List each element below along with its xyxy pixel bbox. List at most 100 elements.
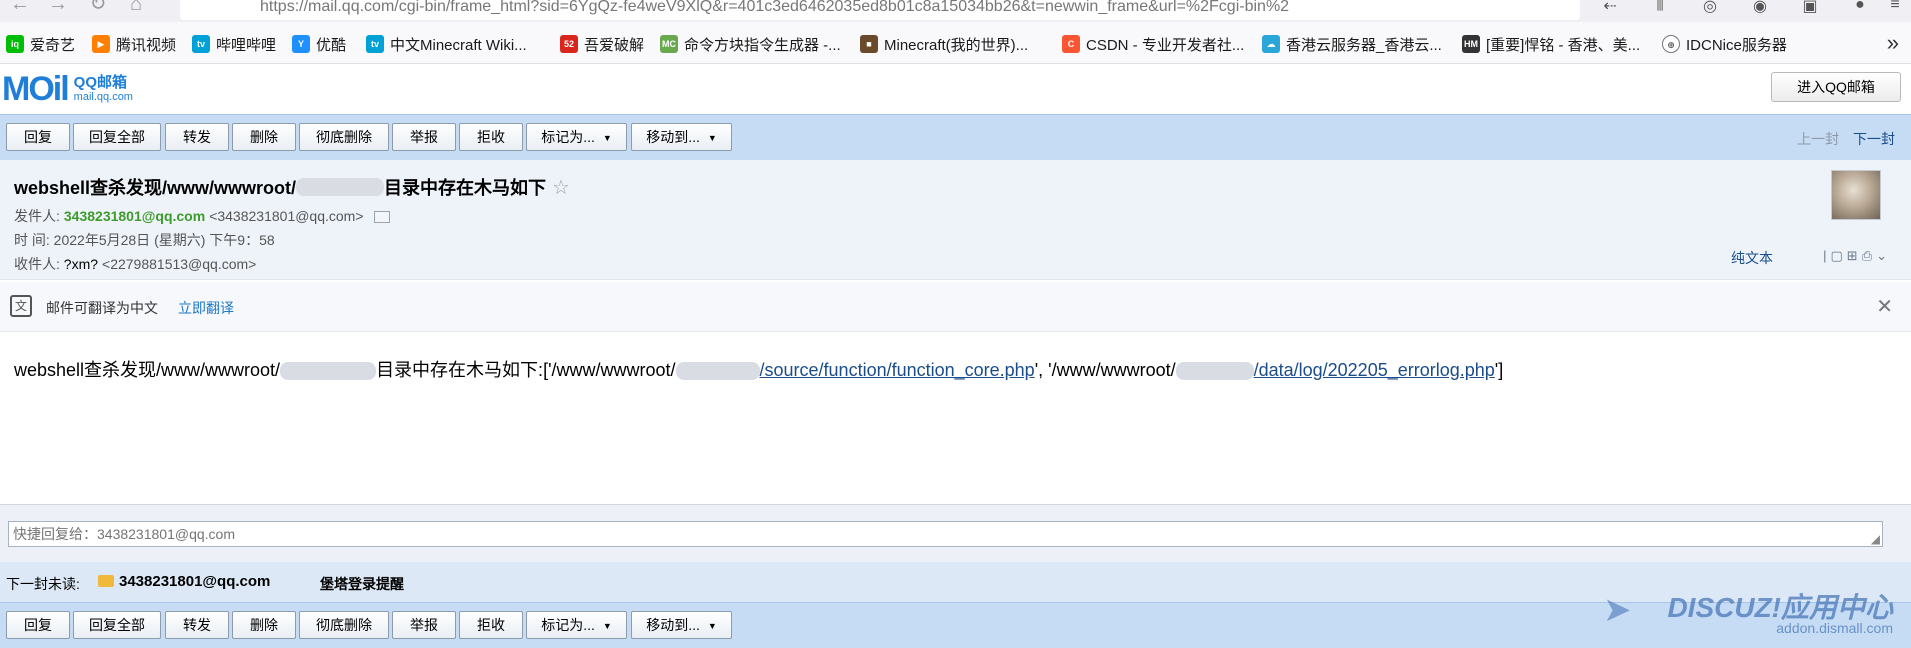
reply-button[interactable]: 回复 (6, 123, 70, 151)
mark-as-dropdown[interactable]: 标记为... ▼ (526, 611, 627, 639)
bookmark-item[interactable]: ☁ 香港云服务器_香港云... (1262, 34, 1442, 54)
browser-toolbar: ← → ↻ ⌂ https://mail.qq.com/cgi-bin/fram… (0, 0, 1911, 22)
hm-icon: HM (1462, 35, 1480, 53)
translate-bar: 文 邮件可翻译为中文 立即翻译 ✕ (0, 282, 1911, 332)
delete-button[interactable]: 删除 (232, 123, 296, 151)
redacted-text (1175, 362, 1254, 381)
reply-all-button[interactable]: 回复全部 (73, 611, 161, 639)
recipient-address: <2279881513@qq.com> (102, 256, 257, 272)
bookmark-item[interactable]: ▶ 腾讯视频 (92, 34, 176, 54)
recipient-name[interactable]: ?xm? (64, 256, 98, 272)
paper-plane-icon: ➤ (1603, 591, 1632, 629)
mail-body: webshell查杀发现/www/wwwroot/目录中存在木马如下:['/ww… (14, 360, 1504, 381)
account-icon[interactable]: ◎ (1700, 0, 1720, 15)
sender-row: 发件人: 3438231801@qq.com <3438231801@qq.com> (14, 206, 390, 226)
bookmark-item[interactable]: Y 优酷 (292, 34, 346, 54)
report-button[interactable]: 举报 (392, 123, 456, 151)
contact-card-icon[interactable] (373, 211, 390, 224)
bookmark-item[interactable]: iq 爱奇艺 (6, 34, 75, 54)
forward-icon[interactable]: → (46, 0, 70, 18)
recipient-row: 收件人: ?xm? <2279881513@qq.com> (14, 256, 257, 272)
sender-name[interactable]: 3438231801@qq.com (64, 208, 205, 224)
mail-pager: 上一封 下一封 (1797, 129, 1895, 149)
next-mail-link[interactable]: 下一封 (1853, 131, 1895, 147)
bookmark-item[interactable]: ■ Minecraft(我的世界)... (860, 34, 1028, 54)
reject-button[interactable]: 拒收 (459, 611, 523, 639)
extension-icon-2[interactable]: ◉ (1750, 0, 1770, 15)
avatar (1831, 170, 1881, 220)
translate-icon: 文 (10, 295, 32, 317)
mc-icon: MC (660, 35, 678, 53)
top-toolbar: 回复 回复全部 转发 删除 彻底删除 举报 拒收 标记为... ▼ 移动到... ▼… (0, 114, 1911, 160)
translate-now-link[interactable]: 立即翻译 (178, 298, 234, 318)
back-icon[interactable]: ← (8, 0, 32, 18)
prev-mail-link[interactable]: 上一封 (1797, 131, 1839, 147)
bookmark-item[interactable]: tv 中文Minecraft Wiki... (366, 34, 527, 54)
mail-subject: webshell查杀发现/www/wwwroot/目录中存在木马如下 ☆ (14, 175, 570, 200)
reply-all-button[interactable]: 回复全部 (73, 123, 161, 151)
quick-reply-box[interactable]: ◢ (8, 521, 1883, 547)
time-row: 时 间: 2022年5月28日 (星期六) 下午9：58 (14, 232, 275, 248)
caret-down-icon: ▼ (707, 621, 717, 632)
bookmark-item[interactable]: tv 哔哩哔哩 (192, 34, 276, 54)
bookmark-item[interactable]: ⊕ IDCNice服务器 (1662, 34, 1787, 54)
move-to-dropdown[interactable]: 移动到... ▼ (631, 611, 732, 639)
close-icon[interactable]: ✕ (1876, 294, 1893, 319)
mail-time: 2022年5月28日 (星期六) 下午9：58 (53, 232, 275, 248)
redacted-text (280, 362, 377, 381)
download-icon[interactable]: ⊞ (1847, 248, 1862, 263)
chevron-right-icon[interactable]: » (1887, 30, 1899, 56)
home-icon[interactable]: ⌂ (124, 0, 148, 18)
chevron-down-icon[interactable]: ⌄ (1876, 248, 1891, 263)
forward-button[interactable]: 转发 (165, 611, 229, 639)
iqiyi-icon: iq (6, 35, 24, 53)
menu-icon[interactable]: ≡ (1885, 0, 1905, 14)
delete-permanent-button[interactable]: 彻底删除 (299, 123, 389, 151)
print-icon[interactable]: ⎙ (1862, 248, 1876, 263)
delete-permanent-button[interactable]: 彻底删除 (299, 611, 389, 639)
body-link-function-core[interactable]: /source/function/function_core.php (760, 360, 1035, 380)
tencent-video-icon: ▶ (92, 35, 110, 53)
delete-button[interactable]: 删除 (232, 611, 296, 639)
mail-header-info: webshell查杀发现/www/wwwroot/目录中存在木马如下 ☆ 发件人… (0, 160, 1911, 280)
bookmark-item[interactable]: HM [重要]悍铭 - 香港、美... (1462, 34, 1640, 54)
qq-mail-logo[interactable]: MOil QQ邮箱 mail.qq.com (2, 70, 133, 109)
url-text: https://mail.qq.com/cgi-bin/frame_html?s… (260, 0, 1290, 15)
sender-address: <3438231801@qq.com> (209, 208, 364, 224)
forward-button[interactable]: 转发 (165, 123, 229, 151)
plain-text-link[interactable]: 纯文本 (1731, 248, 1773, 268)
globe-icon: ⊕ (1662, 35, 1680, 53)
bookmark-item[interactable]: MC 命令方块指令生成器 -... (660, 34, 841, 54)
caret-down-icon: ▼ (707, 133, 717, 144)
redacted-text (675, 362, 760, 381)
caret-down-icon: ▼ (602, 621, 612, 632)
star-icon[interactable]: ☆ (552, 175, 570, 200)
url-bar[interactable]: https://mail.qq.com/cgi-bin/frame_html?s… (180, 0, 1580, 20)
extension-icon[interactable]: ⇠ (1600, 0, 1620, 15)
redacted-text (296, 178, 385, 196)
bookmark-item[interactable]: C CSDN - 专业开发者社... (1062, 34, 1244, 54)
firefox-icon[interactable]: ● (1850, 0, 1870, 14)
next-unread-sender[interactable]: 3438231801@qq.com (119, 573, 270, 590)
translate-ext-icon[interactable]: ▣ (1800, 0, 1820, 15)
cloud-icon: ☁ (1262, 35, 1280, 53)
bookmarks-bar: iq 爱奇艺 ▶ 腾讯视频 tv 哔哩哔哩 Y 优酷 tv 中文Minecraft Wik… (0, 22, 1911, 64)
bilibili-icon: tv (192, 35, 210, 53)
quick-reply-input[interactable] (9, 522, 1882, 546)
youku-icon: Y (292, 35, 310, 53)
enter-qq-mail-button[interactable]: 进入QQ邮箱 (1771, 72, 1901, 102)
quick-reply-area: ◢ (0, 504, 1911, 562)
next-unread-subject[interactable]: 堡塔登录提醒 (320, 574, 404, 594)
bilibili-icon: tv (366, 35, 384, 53)
reply-button[interactable]: 回复 (6, 611, 70, 639)
resize-handle-icon[interactable]: ◢ (1871, 532, 1880, 546)
move-to-dropdown[interactable]: 移动到... ▼ (631, 123, 732, 151)
bookmark-item[interactable]: 52 吾爱破解 (560, 34, 644, 54)
mark-as-dropdown[interactable]: 标记为... ▼ (526, 123, 627, 151)
report-button[interactable]: 举报 (392, 611, 456, 639)
reject-button[interactable]: 拒收 (459, 123, 523, 151)
library-icon[interactable]: ⫼ (1650, 0, 1670, 14)
reload-icon[interactable]: ↻ (86, 0, 110, 18)
new-window-icon[interactable]: ▢ (1830, 248, 1846, 263)
body-link-errorlog[interactable]: /data/log/202205_errorlog.php (1254, 360, 1495, 380)
